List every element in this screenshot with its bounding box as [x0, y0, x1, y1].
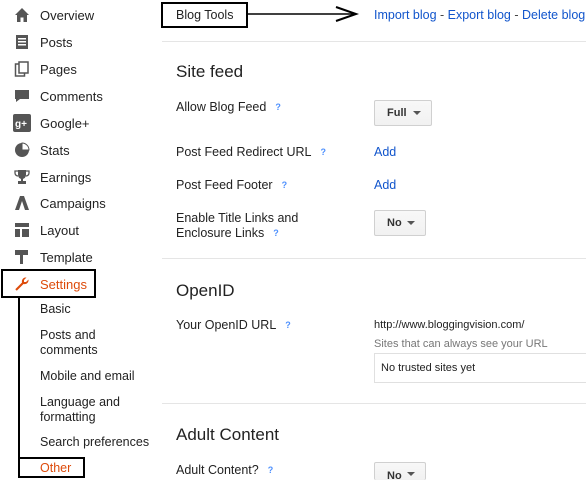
sidebar-item-overview[interactable]: Overview [0, 2, 150, 28]
settings-other-panel: Blog Tools Import blog - Export blog - D… [161, 0, 586, 482]
help-icon[interactable]: ? [282, 178, 288, 193]
sidebar-item-label: Layout [40, 222, 80, 238]
sidebar-item-earnings[interactable]: Earnings [0, 164, 150, 190]
link-separator: - [510, 8, 522, 22]
sidebar-item-posts[interactable]: Posts [0, 29, 150, 55]
trophy-icon [13, 168, 31, 186]
sidebar-item-label: Posts [40, 34, 73, 50]
sidebar-item-pages[interactable]: Pages [0, 56, 150, 82]
chevron-down-icon [407, 221, 415, 225]
settings-sub-mobile-email[interactable]: Mobile and email [40, 369, 135, 384]
svg-text:g+: g+ [15, 119, 27, 130]
divider [162, 41, 586, 42]
import-blog-link[interactable]: Import blog [374, 8, 437, 22]
help-icon[interactable]: ? [285, 318, 291, 333]
settings-sub-posts-comments[interactable]: Posts and comments [40, 328, 130, 358]
section-title-adult-content: Adult Content [176, 425, 280, 444]
divider [162, 403, 586, 404]
sidebar-item-stats[interactable]: Stats [0, 137, 150, 163]
pages-icon [13, 60, 31, 78]
redirect-url-add-link[interactable]: Add [374, 145, 396, 159]
delete-blog-link[interactable]: Delete blog [522, 8, 585, 22]
chevron-down-icon [413, 111, 421, 115]
trusted-sites-box[interactable]: No trusted sites yet [374, 353, 586, 383]
openid-url-value: http://www.bloggingvision.com/ [374, 319, 525, 331]
adult-content-dropdown[interactable]: No [374, 462, 426, 482]
help-icon[interactable]: ? [268, 463, 274, 478]
adult-content-label: Adult Content?? [176, 463, 273, 478]
settings-sub-basic[interactable]: Basic [40, 302, 71, 317]
layout-icon [13, 221, 31, 239]
link-separator: - [436, 8, 448, 22]
section-title-openid: OpenID [176, 281, 235, 300]
export-blog-link[interactable]: Export blog [448, 8, 511, 22]
title-links-label: Enable Title Links and Enclosure Links? [176, 211, 316, 241]
chevron-down-icon [407, 472, 415, 476]
blog-tools-label: Blog Tools [176, 8, 234, 22]
sidebar-item-label: Template [40, 249, 93, 265]
home-icon [13, 6, 31, 24]
campaigns-icon [13, 194, 31, 212]
adult-content-value: No [387, 470, 402, 482]
title-links-dropdown[interactable]: No [374, 210, 426, 236]
sidebar-item-label: Overview [40, 7, 95, 23]
help-icon[interactable]: ? [320, 145, 326, 160]
sidebar-item-google-plus[interactable]: g+ Google+ [0, 110, 150, 136]
settings-sub-search-preferences[interactable]: Search preferences [40, 435, 149, 450]
blog-tools-links: Import blog - Export blog - Delete blog [374, 8, 585, 22]
other-highlight-box [18, 457, 85, 478]
sidebar-item-label: Earnings [40, 169, 92, 185]
arrow-icon [248, 6, 360, 22]
help-icon[interactable]: ? [275, 100, 281, 115]
comments-icon [13, 87, 31, 105]
stats-icon [13, 141, 31, 159]
title-links-value: No [387, 217, 402, 229]
allow-blog-feed-label: Allow Blog Feed? [176, 100, 281, 115]
title-links-text: Enable Title Links and Enclosure Links [176, 211, 299, 240]
adult-content-text: Adult Content? [176, 463, 259, 477]
divider [162, 258, 586, 259]
sidebar-item-label: Campaigns [40, 195, 106, 211]
annotation-connector-line [18, 297, 20, 458]
allow-blog-feed-value: Full [387, 107, 407, 119]
settings-highlight-box [1, 269, 96, 298]
section-title-site-feed: Site feed [176, 62, 244, 81]
sidebar-item-layout[interactable]: Layout [0, 217, 150, 243]
template-icon [13, 248, 31, 266]
redirect-url-text: Post Feed Redirect URL [176, 145, 312, 159]
sidebar-item-label: Pages [40, 61, 77, 77]
sidebar-item-campaigns[interactable]: Campaigns [0, 190, 150, 216]
sidebar-item-label: Stats [40, 142, 70, 158]
redirect-url-label: Post Feed Redirect URL? [176, 145, 326, 160]
settings-sub-language-formatting[interactable]: Language and formatting [40, 395, 130, 425]
posts-icon [13, 33, 31, 51]
help-icon[interactable]: ? [273, 226, 279, 241]
feed-footer-label: Post Feed Footer? [176, 178, 287, 193]
sidebar: Overview Posts Pages Comments g+ Google+… [0, 0, 160, 480]
sidebar-item-comments[interactable]: Comments [0, 83, 150, 109]
allow-blog-feed-text: Allow Blog Feed [176, 100, 267, 114]
sidebar-item-label: Google+ [40, 115, 90, 131]
openid-url-text: Your OpenID URL [176, 318, 277, 332]
feed-footer-add-link[interactable]: Add [374, 178, 396, 192]
google-plus-icon: g+ [13, 114, 31, 132]
feed-footer-text: Post Feed Footer [176, 178, 273, 192]
openid-url-label: Your OpenID URL? [176, 318, 291, 333]
openid-hint: Sites that can always see your URL [374, 338, 548, 350]
sidebar-item-template[interactable]: Template [0, 244, 150, 270]
sidebar-item-label: Comments [40, 88, 103, 104]
allow-blog-feed-dropdown[interactable]: Full [374, 100, 432, 126]
trusted-sites-text: No trusted sites yet [381, 362, 476, 374]
